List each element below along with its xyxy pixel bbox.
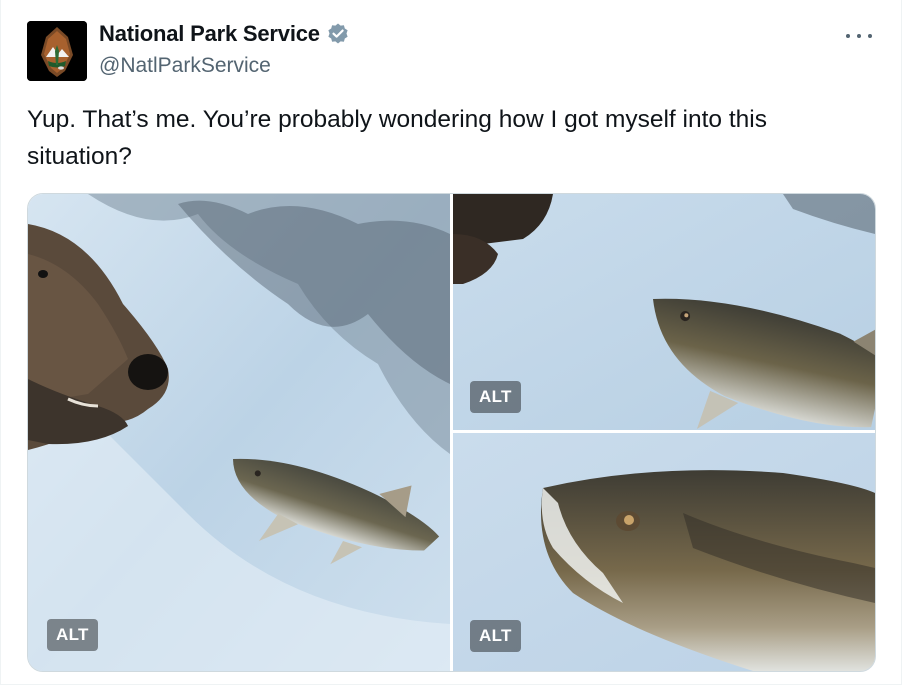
alt-badge[interactable]: ALT [47,619,98,651]
media-image-salmon-closeup[interactable]: ALT [453,433,875,671]
more-options-icon[interactable] [846,27,872,45]
more-dot [846,34,850,38]
bear-salmon-photo [28,194,450,671]
more-dot [857,34,861,38]
tweet-text: Yup. That’s me. You’re probably wonderin… [27,106,767,170]
more-dot [868,34,872,38]
media-grid: ALT ALT ALT [27,193,876,672]
author-handle[interactable]: @NatlParkService [99,54,271,78]
media-image-salmon-closer[interactable]: ALT [453,194,875,430]
display-name[interactable]: National Park Service [99,21,320,47]
alt-badge[interactable]: ALT [470,620,521,652]
verified-badge-icon [328,23,348,44]
author-name-row[interactable]: National Park Service [99,21,350,47]
media-image-bear-and-salmon[interactable]: ALT [28,194,450,671]
nps-arrowhead-logo-icon [27,21,87,81]
avatar[interactable] [27,21,87,81]
alt-badge[interactable]: ALT [470,381,521,413]
